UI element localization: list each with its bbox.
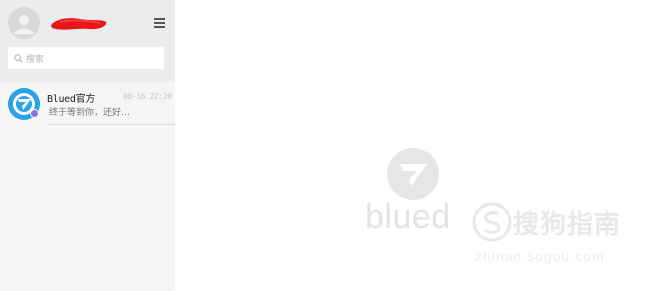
watermark-text: 搜狗指南 [513, 210, 622, 240]
search-placeholder: 搜索 [26, 54, 45, 65]
username-redacted [51, 18, 107, 30]
verified-badge-icon [30, 109, 39, 118]
search-icon [14, 53, 23, 63]
conversation-list: Blued官方 08-16 22:20 终于等到你，还好… [0, 82, 175, 125]
sidebar: 搜索 Blued官方 08-16 22:20 终于等到你，还好… [0, 0, 175, 291]
watermark-url: zhinan.sogou.com [475, 248, 605, 264]
conversation-preview: 终于等到你，还好… [49, 108, 131, 118]
menu-icon[interactable] [152, 18, 166, 30]
search-input[interactable]: 搜索 [8, 47, 164, 69]
conversation-item[interactable]: Blued官方 08-16 22:20 终于等到你，还好… [0, 82, 175, 125]
conversation-name: Blued官方 [47, 94, 96, 105]
divider [47, 124, 175, 125]
blued-logo-icon [387, 148, 439, 200]
app-window: 搜索 Blued官方 08-16 22:20 终于等到你，还好… blued 搜… [0, 0, 650, 291]
chat-main-area: blued 搜狗指南 zhinan.sogou.com [175, 0, 650, 291]
sogou-logo-icon [472, 202, 512, 242]
sidebar-header: 搜索 [0, 0, 175, 82]
conversation-time: 08-16 22:20 [123, 92, 172, 101]
user-avatar-icon[interactable] [8, 7, 40, 39]
blued-wordmark: blued [365, 198, 451, 236]
